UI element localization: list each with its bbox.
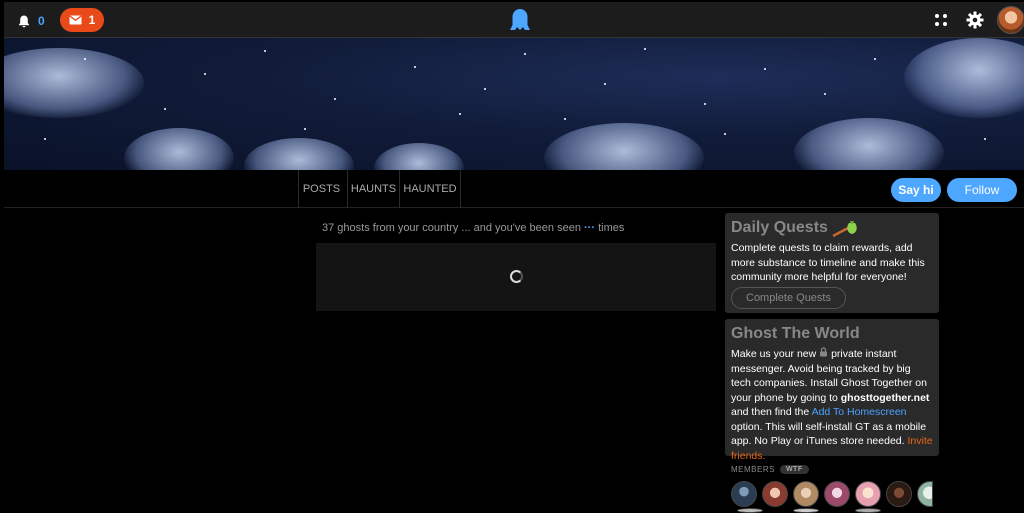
ghost-the-world-text: Make us your new private instant messeng… xyxy=(731,347,933,463)
member-avatar[interactable] xyxy=(737,508,763,513)
top-bar: 0 1 xyxy=(4,2,1024,38)
ghost-logo-icon[interactable] xyxy=(509,8,531,34)
profile-nav: POSTS HAUNTS HAUNTED Say hi Follow xyxy=(4,170,1024,208)
country-ellipsis: ... xyxy=(461,222,471,234)
ghost-the-world-card: Ghost The World Make us your new private… xyxy=(725,319,939,462)
profile-banner xyxy=(4,38,1024,170)
messages-button[interactable]: 1 xyxy=(60,8,104,32)
apps-grid-icon[interactable] xyxy=(934,13,948,27)
feed-panel xyxy=(316,243,716,311)
world-text-1: Make us your new xyxy=(731,348,817,360)
daily-quests-heading: Daily Quests xyxy=(731,219,828,236)
member-avatar[interactable] xyxy=(793,481,819,507)
seen-count-loading: ··· xyxy=(584,222,596,234)
member-avatar[interactable] xyxy=(886,481,912,507)
country-middle: and you've been seen xyxy=(473,222,581,234)
member-avatar[interactable] xyxy=(855,481,881,507)
gear-icon[interactable] xyxy=(966,11,984,29)
ghost-the-world-title: Ghost The World xyxy=(731,325,860,342)
member-avatar[interactable] xyxy=(793,508,819,513)
tab-haunted[interactable]: HAUNTED xyxy=(399,170,461,208)
notifications-count: 0 xyxy=(38,14,45,28)
member-avatar[interactable] xyxy=(917,481,933,507)
loot-bag-icon xyxy=(832,221,857,237)
member-avatar[interactable] xyxy=(762,481,788,507)
member-avatar[interactable] xyxy=(855,508,881,513)
messages-count: 1 xyxy=(88,13,96,27)
envelope-icon xyxy=(69,15,82,25)
lock-icon xyxy=(820,347,828,357)
add-to-homescreen-link[interactable]: Add To Homescreen xyxy=(812,406,907,418)
daily-quests-title: Daily Quests xyxy=(731,219,933,237)
say-hi-button[interactable]: Say hi xyxy=(891,178,941,202)
bell-icon xyxy=(19,15,29,27)
world-text-4: option. This will self-install GT as a m… xyxy=(731,420,927,448)
member-avatar[interactable] xyxy=(824,481,850,507)
country-prefix: 37 ghosts from your country xyxy=(322,222,459,234)
member-avatar[interactable] xyxy=(731,481,757,507)
members-header: MEMBERS WTF xyxy=(731,465,809,474)
country-suffix: times xyxy=(598,222,625,234)
follow-button[interactable]: Follow xyxy=(947,178,1017,202)
tab-posts[interactable]: POSTS xyxy=(298,170,344,208)
world-text-3: and then find the xyxy=(731,406,810,418)
daily-quests-card: Daily Quests Complete quests to claim re… xyxy=(725,213,939,313)
tab-haunts[interactable]: HAUNTS xyxy=(347,170,399,208)
loading-spinner-icon xyxy=(510,270,523,283)
members-wtf-badge[interactable]: WTF xyxy=(779,465,809,474)
members-label: MEMBERS xyxy=(731,465,775,474)
daily-quests-text: Complete quests to claim rewards, add mo… xyxy=(731,242,925,283)
complete-quests-button[interactable]: Complete Quests xyxy=(731,286,846,309)
world-domain: ghosttogether.net xyxy=(840,391,930,404)
country-stats: 37 ghosts from your country ... and you'… xyxy=(322,222,624,234)
notifications-button[interactable]: 0 xyxy=(18,12,48,30)
user-avatar[interactable] xyxy=(997,6,1024,34)
